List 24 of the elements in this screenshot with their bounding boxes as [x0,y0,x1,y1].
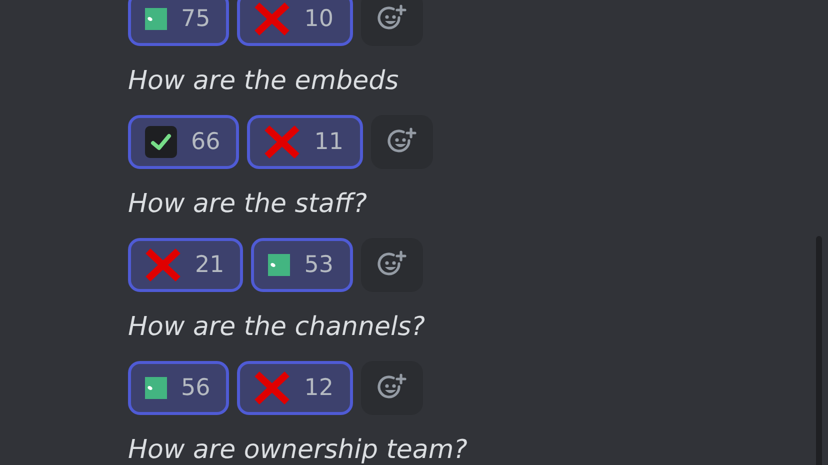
cross-icon [145,248,181,282]
message-text: How are ownership team? [128,434,468,465]
message-text: How are the staff? [128,188,368,221]
reaction-button[interactable]: 56 [128,361,230,415]
reaction-button[interactable]: 53 [251,238,353,292]
reaction-button[interactable]: 10 [237,0,353,46]
reaction-button[interactable]: 12 [237,361,353,415]
reaction-button[interactable]: 11 [247,115,363,169]
square-emoji-icon [145,8,167,30]
add-reaction-button[interactable] [370,115,433,169]
square-emoji-icon [145,377,167,399]
add-reaction-button[interactable] [360,361,423,415]
cross-icon [254,2,290,36]
message-text: How are the embeds [128,65,400,98]
cross-icon [264,125,300,159]
square-emoji-icon [268,254,290,276]
reaction-button[interactable]: 21 [128,238,244,292]
add-reaction-button[interactable] [360,238,423,292]
reaction-button[interactable]: 66 [128,115,240,169]
cross-icon [254,371,290,405]
checkbox-icon [145,126,177,158]
reaction-button[interactable]: 75 [128,0,230,46]
add-reaction-button[interactable] [360,0,423,46]
message-text: How are the channels? [128,311,426,344]
